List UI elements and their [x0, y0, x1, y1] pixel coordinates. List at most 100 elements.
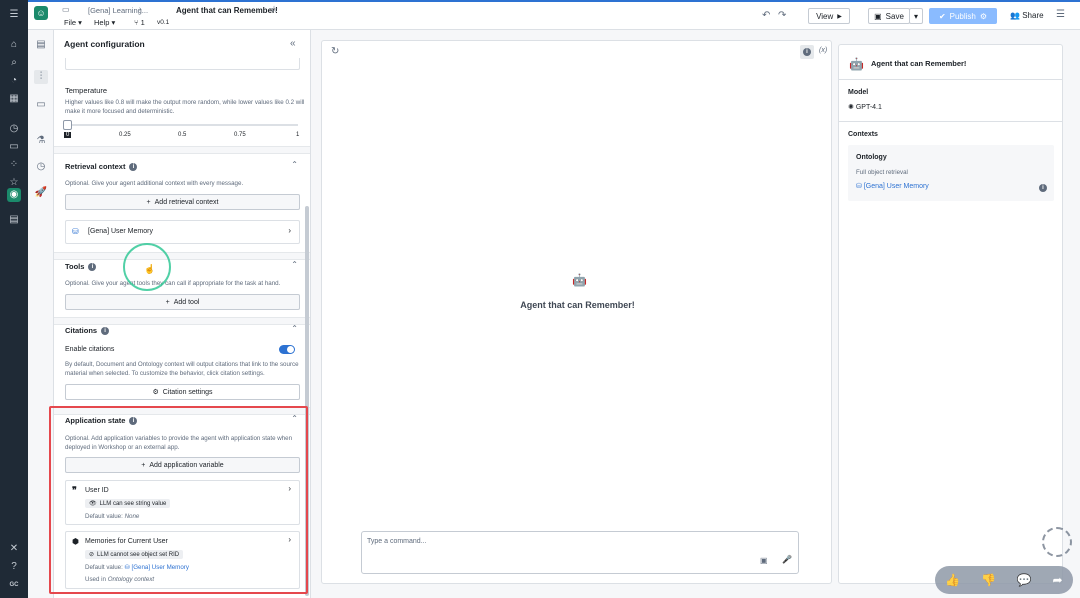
publish-button[interactable]: ✔ Publish ⚙	[929, 8, 997, 24]
info-icon[interactable]: i	[1039, 183, 1047, 192]
apps-icon[interactable]: ▦	[7, 92, 21, 106]
folder-icon[interactable]: ▤	[7, 213, 21, 227]
share-button[interactable]: 👥 Share	[1010, 11, 1044, 20]
app-rail: ☰ ⌂ ⌕ ◔ ▦ ◷ ▭ ⁘ ☆ ◉ ▤ ✕ ? GC	[0, 0, 28, 598]
tools-label: Tools	[65, 262, 85, 271]
menu-help[interactable]: Help ▾	[94, 18, 115, 27]
menu-file-label: File	[64, 18, 77, 27]
version-label: v0.1	[157, 19, 170, 26]
agent-summary-card: 🤖 Agent that can Remember! Model ✺ GPT-4…	[838, 44, 1063, 584]
info-icon[interactable]: i	[88, 263, 97, 272]
citation-settings-label: Citation settings	[162, 388, 213, 396]
share-arrow-icon[interactable]: ➦	[1053, 573, 1063, 587]
agent-name-heading: Agent that can Remember!	[520, 300, 635, 310]
chevron-up-icon[interactable]: ⌃	[291, 260, 298, 269]
collapse-panel-icon[interactable]: «	[290, 38, 296, 49]
robot-icon: 🤖	[572, 273, 587, 287]
citations-label: Citations	[65, 326, 98, 335]
command-input[interactable]: Type a command... ▣ 🎤	[361, 531, 799, 574]
application-state-highlight	[49, 406, 308, 594]
page-title[interactable]: Agent that can Remember!	[176, 6, 278, 15]
section-divider	[54, 146, 310, 154]
microphone-icon[interactable]: 🎤	[782, 555, 792, 564]
history-icon[interactable]: ◷	[34, 160, 48, 174]
context-subtitle: Full object retrieval	[856, 169, 908, 176]
divider	[839, 121, 1062, 122]
model-row: ✺ GPT-4.1	[848, 103, 882, 111]
model-icon: ✺	[848, 104, 854, 111]
grid-icon[interactable]: ⁘	[7, 158, 21, 172]
info-icon[interactable]: i	[101, 327, 110, 336]
user-avatar[interactable]: GC	[7, 578, 21, 592]
image-icon[interactable]: ▣	[760, 556, 768, 565]
temperature-slider-track[interactable]	[67, 124, 298, 126]
chevron-right-icon: ›	[288, 226, 291, 235]
breadcrumb-separator-icon: ›	[139, 6, 142, 13]
divider	[839, 79, 1062, 80]
plus-icon: +	[146, 198, 151, 206]
save-options-button[interactable]: ▾	[909, 8, 923, 24]
temperature-tick: 0.25	[119, 132, 131, 138]
context-title: Ontology	[856, 154, 887, 161]
prompt-field[interactable]	[65, 58, 300, 70]
refresh-icon[interactable]: ↻	[331, 46, 339, 57]
view-button[interactable]: View ▶	[808, 8, 850, 24]
publish-label: Publish	[949, 11, 976, 21]
deploy-icon[interactable]: 🚀	[34, 186, 48, 200]
notifications-icon[interactable]: ◔	[7, 74, 21, 88]
agent-app-icon[interactable]: ◉	[7, 188, 21, 202]
tools-title: Tools i	[65, 262, 97, 272]
context-item[interactable]: ⛁ [Gena] User Memory	[856, 182, 929, 190]
menu-file[interactable]: File ▾	[64, 18, 82, 27]
variables-button[interactable]: (x)	[819, 47, 827, 54]
enable-citations-toggle[interactable]	[279, 345, 295, 354]
play-icon: ▶	[837, 13, 842, 20]
retrieval-context-item[interactable]: ⛁ [Gena] User Memory ›	[65, 220, 300, 244]
enable-citations-label: Enable citations	[65, 346, 115, 353]
chat-icon[interactable]: ▭	[34, 98, 48, 112]
help-icon[interactable]: ?	[7, 560, 21, 574]
chevron-up-icon[interactable]: ⌃	[291, 324, 298, 333]
document-icon: ▭	[62, 5, 70, 14]
files-icon[interactable]: ▭	[7, 140, 21, 154]
retrieval-context-title: Retrieval context i	[65, 162, 138, 172]
save-button[interactable]: ▣ Save	[868, 8, 910, 24]
undo-icon[interactable]: ↶	[762, 10, 770, 21]
context-item-label: [Gena] User Memory	[863, 183, 929, 190]
layers-icon[interactable]: ✕	[7, 542, 21, 556]
command-input-placeholder: Type a command...	[367, 538, 427, 545]
star-icon[interactable]: ☆	[270, 4, 278, 15]
temperature-tick: 0	[64, 132, 72, 138]
info-toggle-button[interactable]: i	[800, 45, 814, 59]
list-menu-icon[interactable]: ☰	[1056, 9, 1065, 20]
home-icon[interactable]: ⌂	[7, 38, 21, 52]
info-icon: i	[803, 47, 811, 56]
settings-sliders-icon: ⚙	[979, 11, 988, 21]
expand-icon[interactable]: ☰	[7, 8, 21, 22]
temperature-tick: 0.5	[178, 132, 187, 138]
section-divider	[54, 252, 310, 260]
chevron-down-icon: ▾	[913, 11, 918, 21]
overview-icon[interactable]: ▤	[34, 38, 48, 52]
thumbs-up-icon[interactable]: 👍	[945, 573, 960, 587]
branch-indicator[interactable]: ⑂ 1	[134, 18, 145, 27]
chevron-up-icon[interactable]: ⌃	[291, 160, 298, 169]
chat-preview-card: ↻ i (x) 🤖 Agent that can Remember! Type …	[321, 40, 832, 584]
people-icon: 👥	[1010, 11, 1020, 20]
info-icon[interactable]: i	[129, 163, 138, 172]
add-tool-button[interactable]: + Add tool	[65, 294, 300, 310]
configuration-icon[interactable]: ⫶	[34, 70, 48, 84]
temperature-slider-handle[interactable]	[63, 120, 72, 130]
evaluation-icon[interactable]: ⚗	[34, 134, 48, 148]
contexts-heading: Contexts	[848, 131, 878, 138]
plus-icon: +	[165, 298, 170, 306]
feedback-bar: 👍 👎 💬 ➦	[935, 566, 1073, 594]
add-retrieval-context-button[interactable]: + Add retrieval context	[65, 194, 300, 210]
recent-icon[interactable]: ◷	[7, 122, 21, 136]
menu-help-label: Help	[94, 18, 110, 27]
redo-icon[interactable]: ↷	[778, 10, 786, 21]
thumbs-down-icon[interactable]: 👎	[981, 573, 996, 587]
comment-icon[interactable]: 💬	[1017, 573, 1032, 587]
search-icon[interactable]: ⌕	[7, 56, 21, 70]
citation-settings-button[interactable]: ⚙ Citation settings	[65, 384, 300, 400]
